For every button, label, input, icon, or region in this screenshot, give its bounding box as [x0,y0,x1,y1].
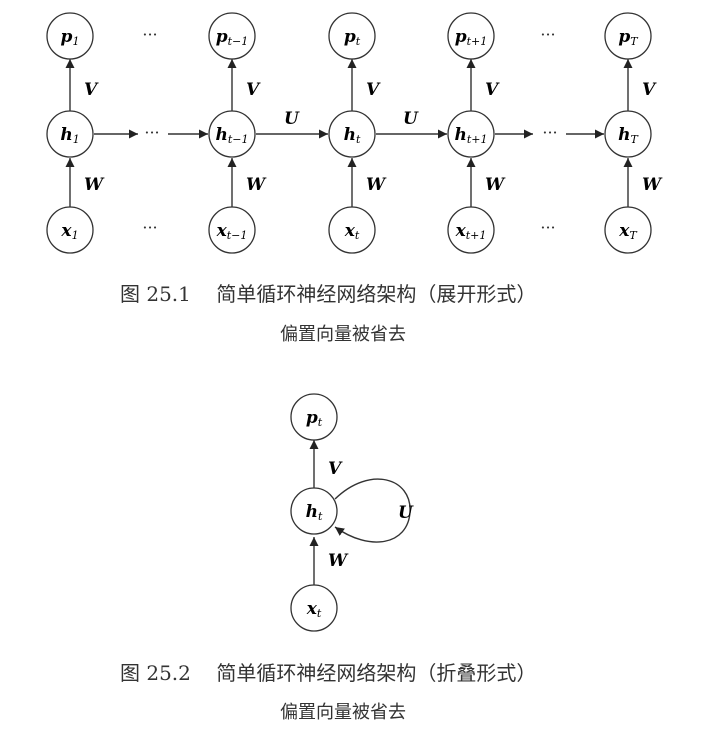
node-p-t1-base: p [455,27,467,47]
ellipsis-x-left: ··· [142,218,157,237]
node-p-t-1: pt−1 [208,12,256,60]
figure2-caption-note: 偏置向量被省去 [280,702,406,723]
figure2-caption: 图 25.2 简单循环神经网络架构（折叠形式） [120,657,536,686]
figure1-caption-note: 偏置向量被省去 [280,324,406,345]
node-h-t-base: h [344,125,356,145]
node-p-T: pT [604,12,652,60]
node-h-T-base: h [618,125,630,145]
node-p-folded-sub: t [318,416,323,429]
node-p-t-1-base: p [216,27,228,47]
node-x-t: xt [328,206,376,254]
node-h-1-sub: 1 [73,133,80,146]
node-h-t1-sub: t+1 [467,133,488,146]
node-p-t: pt [328,12,376,60]
figure-unfolded: ··· ··· ··· ··· ··· ··· V W V W V W V W … [46,12,663,254]
node-h-t-1-sub: t−1 [228,133,249,146]
label-v-t1: V [485,80,500,100]
label-u-right: U [403,109,419,129]
node-p-t-sub: t [356,35,361,48]
label-w-t1: W [485,175,506,195]
ellipsis-p-right: ··· [540,25,555,44]
label-w-T: W [642,175,663,195]
node-h-1: h1 [46,110,94,158]
figure1-caption-title: 简单循环神经网络架构（展开形式） [216,282,537,306]
node-x-t-1: xt−1 [208,206,256,254]
label-w-folded: W [328,551,349,571]
label-w-1: W [84,175,105,195]
node-x-1: x1 [46,206,94,254]
label-v-t: V [366,80,381,100]
node-h-t1-base: h [454,125,466,145]
node-h-folded-sub: t [318,510,323,523]
figure2-caption-title: 简单循环神经网络架构（折叠形式） [216,661,537,685]
figure1-caption-number: 图 25.1 [120,282,191,306]
node-p-1-sub: 1 [72,35,79,48]
label-u-left: U [284,109,300,129]
label-w-t-1: W [246,175,267,195]
node-h-t-1-base: h [215,125,227,145]
ellipsis-p-left: ··· [142,25,157,44]
node-p-T-base: p [618,27,630,47]
node-h-T: hT [604,110,652,158]
node-x-t-1-sub: t−1 [227,229,248,242]
node-x-folded: xt [290,584,338,632]
node-p-t-base: p [344,27,356,47]
node-x-1-sub: 1 [72,229,79,242]
node-h-t1: ht+1 [447,110,495,158]
node-p-folded: pt [290,393,338,441]
label-v-1: V [84,80,99,100]
figure2-caption-number: 图 25.2 [120,661,191,685]
node-x-t1: xt+1 [447,206,495,254]
figure1-caption: 图 25.1 简单循环神经网络架构（展开形式） [120,278,536,307]
node-p-1: p1 [46,12,94,60]
ellipsis-h-right: ··· [542,123,557,142]
node-x-t-sub: t [355,229,360,242]
node-p-folded-base: p [306,408,318,428]
node-x-T: xT [604,206,652,254]
ellipsis-h-left: ··· [144,123,159,142]
node-x-t1-sub: t+1 [466,229,487,242]
node-h-t-1: ht−1 [208,110,256,158]
node-x-folded-sub: t [317,607,322,620]
node-h-folded: ht [290,487,338,535]
label-v-t-1: V [246,80,261,100]
ellipsis-x-right: ··· [540,218,555,237]
node-p-t1-sub: t+1 [467,35,488,48]
node-h-1-base: h [60,125,72,145]
label-v-folded: V [328,459,343,479]
rnn-diagrams: ··· ··· ··· ··· ··· ··· V W V W V W V W … [46,12,663,632]
node-h-folded-base: h [306,502,318,522]
label-u-folded: U [398,503,414,523]
figure-folded: V W U pt ht xt [290,393,414,632]
label-v-T: V [642,80,657,100]
label-w-t: W [366,175,387,195]
node-p-t-1-sub: t−1 [228,35,249,48]
node-p-1-base: p [61,27,73,47]
node-p-t1: pt+1 [447,12,495,60]
node-h-t-sub: t [356,133,361,146]
node-h-t: ht [328,110,376,158]
